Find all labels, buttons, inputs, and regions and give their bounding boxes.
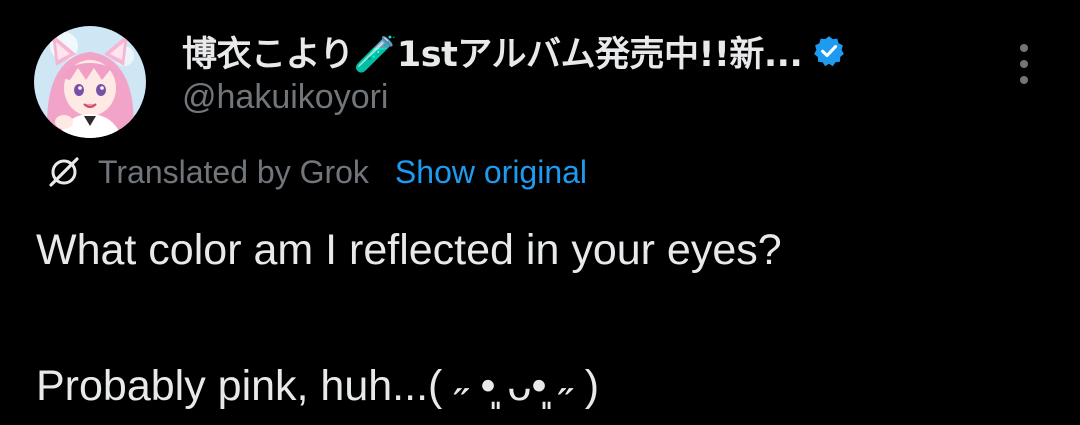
- author-handle[interactable]: @hakuikoyori: [182, 78, 389, 117]
- more-dot-icon: [1020, 44, 1028, 52]
- tweet-text-line: Probably pink, huh...( ˶ •͈ ᴗ•͈ ˶ ): [36, 362, 600, 410]
- author-avatar[interactable]: [34, 26, 146, 138]
- translated-by-label: Translated by Grok: [98, 153, 369, 190]
- author-name-row[interactable]: 博衣こより🧪1stアルバム発売中!!新...: [182, 26, 846, 77]
- more-dot-icon: [1020, 60, 1028, 68]
- avatar-image: [34, 26, 146, 138]
- translation-notice: Translated by Grok Show original: [46, 150, 587, 194]
- show-original-link[interactable]: Show original: [395, 154, 587, 191]
- more-options-button[interactable]: [1010, 44, 1038, 84]
- tweet-text-line: What color am I reflected in your eyes?: [36, 226, 782, 274]
- verified-badge-icon: [812, 34, 846, 68]
- more-dot-icon: [1020, 76, 1028, 84]
- grok-icon: [46, 154, 82, 190]
- author-display-name[interactable]: 博衣こより🧪1stアルバム発売中!!新...: [182, 26, 803, 77]
